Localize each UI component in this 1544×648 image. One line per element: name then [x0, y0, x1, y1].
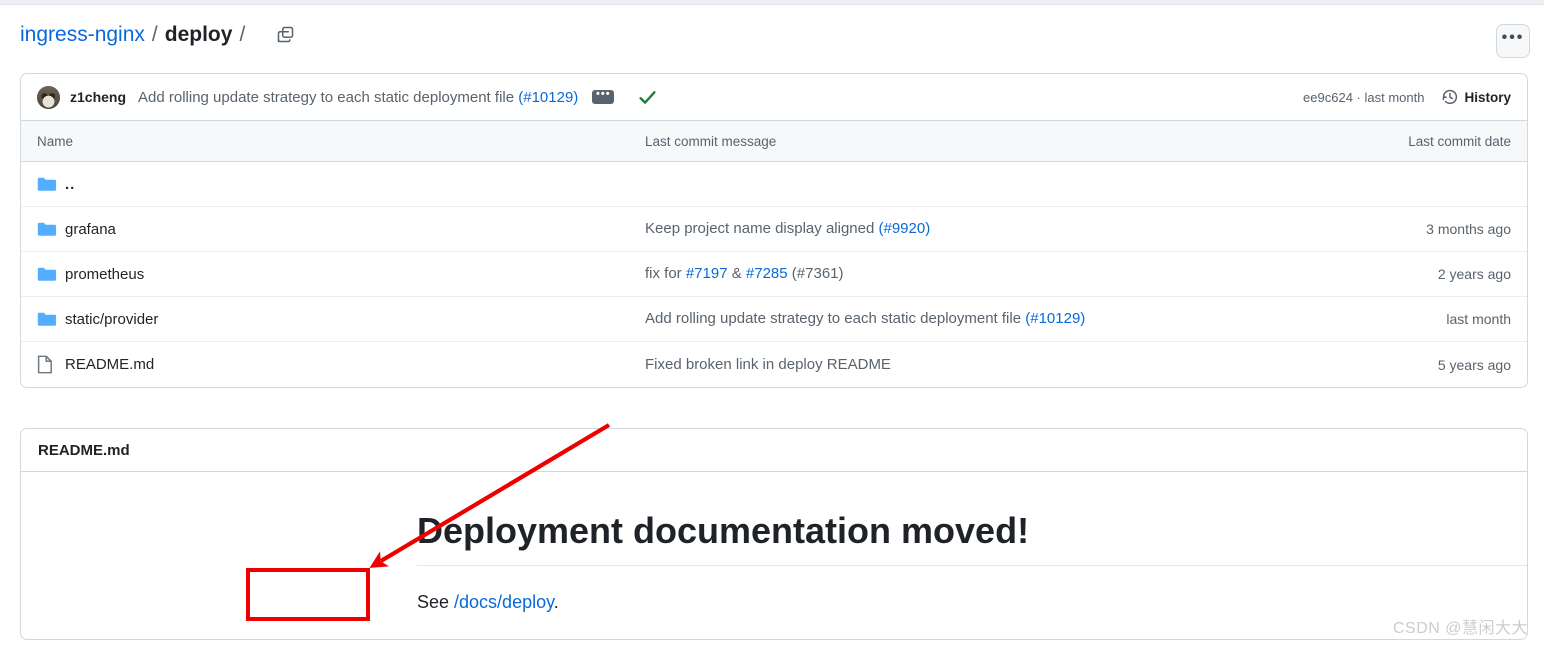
readme-paragraph-prefix: See	[417, 592, 455, 612]
row-commit-message-mid: &	[727, 265, 746, 282]
commit-message-pr-ref[interactable]: (#10129)	[518, 89, 578, 106]
copy-icon	[277, 26, 294, 42]
readme-panel-title: README.md	[38, 441, 130, 459]
file-icon	[37, 355, 65, 374]
row-date-cell: last month	[1446, 311, 1511, 327]
file-icon-glyph	[37, 355, 52, 374]
breadcrumb-repo-link[interactable]: ingress-nginx	[20, 24, 145, 45]
row-commit-pr-ref[interactable]: (#10129)	[1025, 310, 1085, 327]
row-commit-message[interactable]: Add rolling update strategy to each stat…	[645, 310, 1085, 327]
row-name-cell: README.md	[37, 355, 645, 374]
commit-meta-separator: ·	[1352, 89, 1365, 105]
folder-icon	[37, 221, 65, 238]
table-row[interactable]: README.md Fixed broken link in deploy RE…	[21, 342, 1527, 387]
avatar-image	[37, 85, 60, 109]
readme-panel: README.md Deployment documentation moved…	[20, 428, 1528, 640]
github-directory-page: ingress-nginx / deploy / ••• z1cheng Add…	[0, 0, 1544, 648]
file-name-link[interactable]: grafana	[65, 221, 116, 238]
table-row[interactable]: prometheus fix for #7197 & #7285 (#7361)…	[21, 252, 1527, 297]
more-options-dots: •••	[1501, 29, 1525, 46]
row-commit-message[interactable]: Keep project name display aligned (#9920…	[645, 220, 930, 237]
folder-icon	[37, 266, 65, 283]
expand-commit-message-button[interactable]: •••	[592, 87, 615, 104]
row-commit-message-text: fix for	[645, 265, 686, 282]
breadcrumb-separator-2: /	[239, 22, 246, 46]
column-header-name: Name	[37, 133, 74, 149]
more-options-button[interactable]: •••	[1496, 24, 1530, 58]
readme-panel-header: README.md	[21, 429, 1527, 472]
commit-relative-date: last month	[1364, 89, 1425, 105]
commit-status-button[interactable]	[638, 88, 657, 107]
readme-heading: Deployment documentation moved!	[417, 508, 1527, 566]
folder-icon	[37, 176, 65, 193]
file-name-link[interactable]: README.md	[65, 356, 154, 373]
row-date-cell: 2 years ago	[1437, 266, 1511, 282]
check-icon	[639, 90, 656, 104]
commit-sha[interactable]: ee9c624	[1303, 90, 1353, 105]
column-header-message: Last commit message	[645, 133, 777, 149]
folder-icon-glyph	[37, 177, 57, 191]
readme-paragraph: See /docs/deploy.	[417, 589, 1329, 616]
row-commit-message-text: Add rolling update strategy to each stat…	[645, 310, 1026, 327]
docs-deploy-link[interactable]: /docs/deploy	[454, 592, 554, 612]
history-link[interactable]: History	[1442, 89, 1511, 105]
row-name-cell: prometheus	[37, 266, 645, 283]
commit-message-text: Add rolling update strategy to each stat…	[138, 88, 519, 106]
row-commit-message-suffix: (#7361)	[787, 265, 844, 282]
file-name-link[interactable]: ..	[65, 176, 75, 193]
file-table-header: Name Last commit message Last commit dat…	[21, 121, 1527, 162]
commit-author-link[interactable]: z1cheng	[70, 89, 126, 105]
latest-commit-bar: z1cheng Add rolling update strategy to e…	[20, 73, 1528, 121]
row-name-cell: ..	[37, 176, 645, 193]
commit-message-link[interactable]: Add rolling update strategy to each stat…	[138, 89, 578, 106]
row-commit-message[interactable]: fix for #7197 & #7285 (#7361)	[645, 265, 844, 282]
readme-paragraph-suffix: .	[553, 592, 559, 612]
row-commit-issue-ref-1[interactable]: #7197	[686, 265, 728, 282]
breadcrumb-current-folder: deploy	[164, 22, 233, 46]
history-label: History	[1464, 89, 1511, 105]
row-message-cell: Keep project name display aligned (#9920…	[645, 220, 1321, 238]
expand-commit-dots: •••	[596, 87, 611, 100]
table-row[interactable]: ..	[21, 162, 1527, 207]
folder-icon-glyph	[37, 222, 57, 236]
repo-path-header: ingress-nginx / deploy / •••	[0, 5, 1544, 63]
folder-icon	[37, 311, 65, 328]
commit-sha-and-date: ee9c624 · last month	[1303, 90, 1424, 105]
file-name-link[interactable]: static/provider	[65, 311, 158, 328]
readme-panel-body: Deployment documentation moved! See /doc…	[21, 472, 1527, 616]
row-message-cell: Fixed broken link in deploy README	[645, 356, 1321, 374]
row-date-cell: 3 months ago	[1426, 221, 1511, 237]
row-commit-issue-ref-2[interactable]: #7285	[746, 265, 788, 282]
row-name-cell: grafana	[37, 221, 645, 238]
row-date-cell: 5 years ago	[1437, 356, 1511, 373]
file-listing-table: Name Last commit message Last commit dat…	[20, 121, 1528, 388]
table-row[interactable]: grafana Keep project name display aligne…	[21, 207, 1527, 252]
commit-meta: ee9c624 · last month History	[1303, 89, 1511, 105]
file-name-link[interactable]: prometheus	[65, 266, 144, 283]
row-commit-pr-ref[interactable]: (#9920)	[878, 220, 930, 237]
table-row[interactable]: static/provider Add rolling update strat…	[21, 297, 1527, 342]
row-message-cell: Add rolling update strategy to each stat…	[645, 310, 1321, 328]
row-message-cell: fix for #7197 & #7285 (#7361)	[645, 265, 1321, 283]
folder-icon-glyph	[37, 312, 57, 326]
readme-content: Deployment documentation moved! See /doc…	[219, 508, 1527, 616]
breadcrumb-separator-1: /	[151, 22, 158, 46]
folder-icon-glyph	[37, 267, 57, 281]
breadcrumb: ingress-nginx / deploy /	[20, 24, 252, 45]
copy-path-button[interactable]	[270, 19, 300, 49]
row-commit-message-text: Keep project name display aligned	[645, 220, 879, 237]
history-clock-icon	[1443, 89, 1458, 105]
avatar[interactable]	[37, 85, 60, 109]
column-header-date: Last commit date	[1408, 133, 1511, 149]
row-commit-message[interactable]: Fixed broken link in deploy README	[645, 356, 891, 373]
row-name-cell: static/provider	[37, 311, 645, 328]
